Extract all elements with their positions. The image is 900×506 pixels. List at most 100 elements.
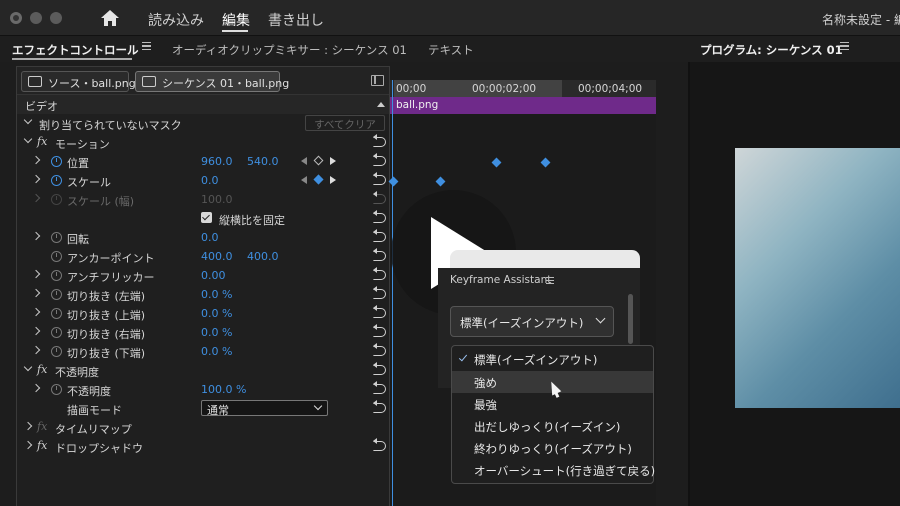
keyframe-icon[interactable] [540,157,551,168]
stopwatch-icon[interactable] [51,175,62,186]
easing-option[interactable]: 最強 [452,393,653,415]
clear-all-button[interactable]: すべてクリア [305,115,385,131]
scale-value[interactable]: 0.0 [201,174,219,187]
anchor-x-value[interactable]: 400.0 [201,250,233,263]
easing-option[interactable]: 標準(イーズインアウト) [452,348,653,370]
chevron-right-icon[interactable] [31,269,41,279]
tab-program-monitor[interactable]: プログラム: シーケンス 01 [700,42,843,58]
chevron-right-icon [31,193,41,203]
fx-icon[interactable]: fx [37,363,47,376]
keyframe-icon[interactable] [435,176,446,187]
reset-icon[interactable] [373,286,386,299]
fx-icon[interactable]: fx [37,439,47,452]
rotation-label: 回転 [67,233,89,246]
anchor-y-value[interactable]: 400.0 [247,250,279,263]
stopwatch-icon[interactable] [51,232,62,243]
reset-icon[interactable] [373,305,386,318]
opacity-value[interactable]: 100.0 % [201,383,246,396]
stopwatch-icon[interactable] [51,251,62,262]
scrollbar[interactable] [628,294,633,344]
next-keyframe-icon[interactable] [330,176,336,184]
uniform-scale-checkbox[interactable] [201,212,212,223]
stopwatch-icon[interactable] [51,270,62,281]
reset-icon[interactable] [373,267,386,280]
add-keyframe-icon[interactable] [313,155,324,166]
keyframe-assistant-title: Keyframe Assistant [450,274,552,286]
time-ruler[interactable]: 00;00 00;00;02;00 00;00;04;00 [390,80,656,98]
checkmark-icon [458,352,468,362]
chevron-right-icon[interactable] [31,345,41,355]
tab-audio-clip-mixer[interactable]: オーディオクリップミキサー : シーケンス 01 [172,42,407,58]
toggle-timeline-icon[interactable] [371,75,384,86]
chevron-down-icon[interactable] [23,134,33,144]
prev-keyframe-icon[interactable] [301,176,307,184]
keyframe-icon[interactable] [388,176,399,187]
reset-icon[interactable] [373,210,386,223]
chevron-down-icon[interactable] [23,362,33,372]
opacity-label: 不透明度 [67,385,111,398]
stopwatch-icon[interactable] [51,308,62,319]
reset-icon[interactable] [373,134,386,147]
easing-dropdown[interactable]: 標準(イーズインアウト) [450,306,614,337]
chevron-down-icon[interactable] [23,115,33,125]
home-icon[interactable] [100,9,120,27]
chevron-right-icon[interactable] [23,421,33,431]
prev-keyframe-icon[interactable] [301,157,307,165]
chevron-right-icon[interactable] [31,174,41,184]
playhead[interactable] [392,80,393,506]
position-x-value[interactable]: 960.0 [201,155,233,168]
stopwatch-icon[interactable] [51,346,62,357]
reset-icon[interactable] [373,343,386,356]
chevron-right-icon[interactable] [31,231,41,241]
minimize-window-button[interactable] [30,12,42,24]
keyframe-icon[interactable] [491,157,502,168]
collapse-up-icon[interactable] [377,102,385,107]
reset-icon[interactable] [373,362,386,375]
stopwatch-icon[interactable] [51,384,62,395]
crop-left-value[interactable]: 0.0 % [201,288,232,301]
sequence-clip-button[interactable]: シーケンス 01・ball.png [135,71,289,92]
crop-right-value[interactable]: 0.0 % [201,326,232,339]
easing-option[interactable]: 出だしゆっくり(イーズイン) [452,415,653,437]
reset-icon[interactable] [373,438,386,451]
reset-icon[interactable] [373,324,386,337]
reset-icon[interactable] [373,172,386,185]
chevron-right-icon[interactable] [31,155,41,165]
close-window-button[interactable] [10,12,22,24]
chevron-right-icon[interactable] [31,307,41,317]
reset-icon[interactable] [373,153,386,166]
rotation-value[interactable]: 0.0 [201,231,219,244]
panel-menu-icon[interactable] [142,42,151,50]
antiflicker-value[interactable]: 0.00 [201,269,226,282]
reset-icon[interactable] [373,400,386,413]
crop-top-value[interactable]: 0.0 % [201,307,232,320]
chevron-right-icon[interactable] [31,326,41,336]
crop-bottom-value[interactable]: 0.0 % [201,345,232,358]
zoom-window-button[interactable] [50,12,62,24]
menu-edit[interactable]: 編集 [222,10,250,30]
program-panel-menu-icon[interactable] [840,42,849,50]
reset-icon[interactable] [373,381,386,394]
easing-option[interactable]: 終わりゆっくり(イーズアウト) [452,437,653,459]
position-y-value[interactable]: 540.0 [247,155,279,168]
tab-effect-controls[interactable]: エフェクトコントロール [12,42,139,58]
clip-bar[interactable]: ball.png [390,97,656,114]
stopwatch-icon[interactable] [51,327,62,338]
stopwatch-icon[interactable] [51,289,62,300]
fx-icon[interactable]: fx [37,135,47,148]
stopwatch-icon[interactable] [51,156,62,167]
reset-icon[interactable] [373,248,386,261]
source-clip-button[interactable]: ソース・ball.png [21,71,136,92]
blend-mode-select[interactable]: 通常 [201,400,328,417]
keyframe-icon[interactable] [313,174,324,185]
menu-import[interactable]: 読み込み [148,10,204,30]
menu-export[interactable]: 書き出し [268,10,324,30]
reset-icon[interactable] [373,229,386,242]
panel-menu-icon[interactable] [546,277,554,284]
chevron-right-icon[interactable] [31,383,41,393]
chevron-right-icon[interactable] [31,288,41,298]
next-keyframe-icon[interactable] [330,157,336,165]
tab-text[interactable]: テキスト [428,42,474,58]
chevron-right-icon[interactable] [23,440,33,450]
easing-option[interactable]: オーバーシュート(行き過ぎて戻る) [452,459,655,481]
